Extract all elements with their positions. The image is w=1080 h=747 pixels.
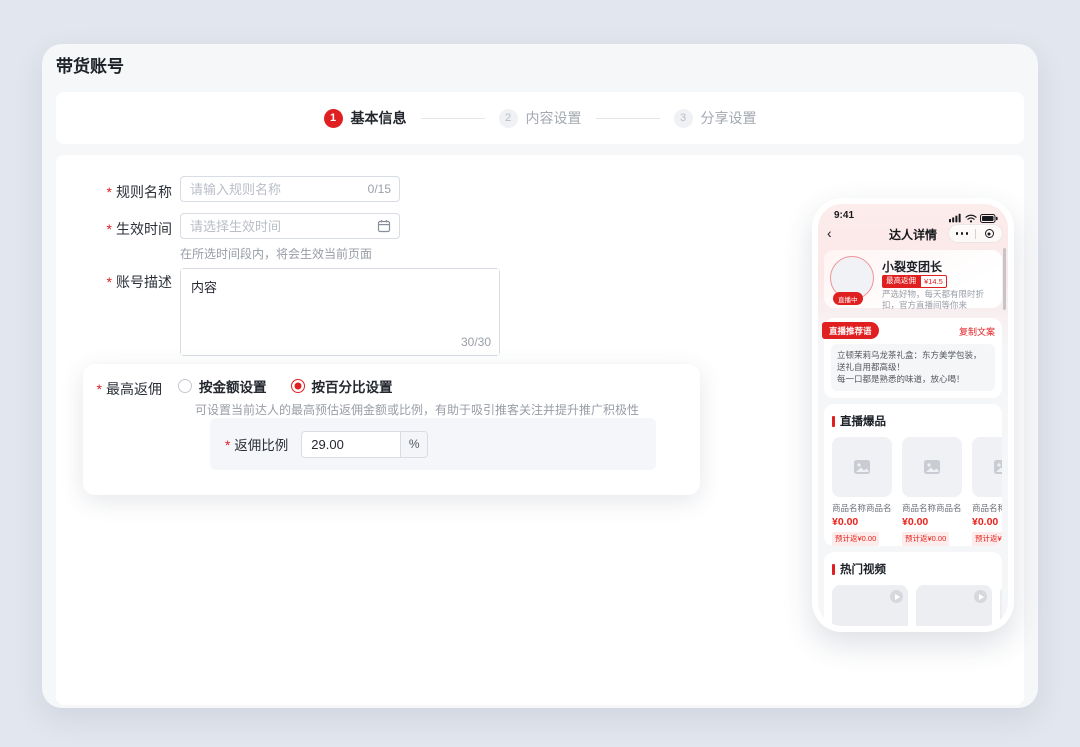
miniapp-capsule xyxy=(948,224,1003,243)
section-bar xyxy=(832,416,835,427)
ratio-input[interactable] xyxy=(302,432,400,457)
radio-on-icon xyxy=(291,379,305,393)
product-name: 商品名称商品名称... xyxy=(972,502,1002,514)
commission-mode-group: 按金额设置 按百分比设置 xyxy=(178,376,393,396)
radio-by-percent[interactable]: 按百分比设置 xyxy=(291,376,393,396)
step-2-circle: 2 xyxy=(499,109,518,128)
more-icon[interactable] xyxy=(949,232,975,235)
account-desc-counter: 30/30 xyxy=(461,335,491,349)
product-card[interactable]: 商品名称商品名称... ¥0.00 预计返¥0.00 xyxy=(902,437,962,546)
account-desc-field: 内容 30/30 xyxy=(180,268,500,356)
radio-by-amount[interactable]: 按金额设置 xyxy=(178,376,267,396)
status-time: 9:41 xyxy=(834,210,854,221)
product-card[interactable]: 商品名称商品名称... ¥0.00 预计返¥0.00 xyxy=(832,437,892,546)
quote-line-2: 每一口都是熟悉的味道，放心喝！ xyxy=(837,373,989,385)
commission-helper: 可设置当前达人的最高预估返佣金额或比例，有助于吸引推客关注并提升推广积极性 xyxy=(195,401,639,418)
product-image-placeholder xyxy=(832,437,892,497)
hot-videos-title: 热门视频 xyxy=(832,561,1002,577)
play-icon xyxy=(890,590,903,603)
hot-products-title: 直播爆品 xyxy=(832,413,1002,429)
rule-name-field: 0/15 xyxy=(180,176,400,202)
effective-time-field xyxy=(180,213,400,239)
profile-card: 直播中 小裂变团长 最高返佣 ¥14.5 严选好物，每天都有限时折扣，官方直播间… xyxy=(824,250,1002,308)
video-thumbnail[interactable] xyxy=(832,585,908,626)
phone-screen: 9:41 ‹ 达人详情 xyxy=(818,204,1008,626)
product-rebate-badge: 预计返¥0.00 xyxy=(832,532,879,546)
hot-products-card: 直播爆品 商品名称商品名称... ¥0.00 预计返¥0.00 商品名称商品名称… xyxy=(824,404,1002,546)
rule-name-counter: 0/15 xyxy=(368,182,391,196)
phone-preview: 9:41 ‹ 达人详情 xyxy=(812,198,1014,632)
radio-off-icon xyxy=(178,379,192,393)
step-1-circle: 1 xyxy=(324,109,343,128)
ratio-field: % xyxy=(301,431,428,458)
video-thumbnail[interactable] xyxy=(1000,585,1002,626)
effective-time-label: 生效时间 xyxy=(56,219,172,239)
product-price: ¥0.00 xyxy=(832,516,892,528)
effective-time-input[interactable] xyxy=(181,214,399,238)
product-price: ¥0.00 xyxy=(972,516,1002,528)
commission-badge-value: ¥14.5 xyxy=(920,275,947,288)
step-share-settings[interactable]: 3 分享设置 xyxy=(674,108,757,128)
commission-badge-label: 最高返佣 xyxy=(882,275,920,288)
step-2-label: 内容设置 xyxy=(526,108,582,128)
account-desc-textarea[interactable]: 内容 xyxy=(181,269,499,355)
video-list xyxy=(832,585,1002,626)
quote-line-1: 立顿茉莉乌龙茶礼盒：东方美学包装，送礼自用都高级！ xyxy=(837,349,989,373)
step-1-label: 基本信息 xyxy=(351,108,407,128)
commission-label: 最高返佣 xyxy=(83,379,162,399)
recommend-card: 直播推荐语 复制文案 立顿茉莉乌龙茶礼盒：东方美学包装，送礼自用都高级！ 每一口… xyxy=(824,318,1002,398)
close-target-icon[interactable] xyxy=(976,229,1002,238)
recommend-quote: 立顿茉莉乌龙茶礼盒：东方美学包装，送礼自用都高级！ 每一口都是熟悉的味道，放心喝… xyxy=(831,344,995,391)
radio-by-percent-label: 按百分比设置 xyxy=(312,376,393,396)
product-image-placeholder xyxy=(902,437,962,497)
calendar-icon[interactable] xyxy=(377,219,391,233)
profile-desc: 严选好物，每天都有限时折扣，官方直播间等你来 xyxy=(882,289,995,310)
step-wizard: 1 基本信息 2 内容设置 3 分享设置 xyxy=(56,92,1024,144)
rule-name-label: 规则名称 xyxy=(56,182,172,202)
hot-videos-card: 热门视频 xyxy=(824,552,1002,626)
step-content-settings[interactable]: 2 内容设置 xyxy=(499,108,582,128)
nav-bar: ‹ 达人详情 xyxy=(818,223,1008,245)
profile-name: 小裂变团长 xyxy=(882,258,942,275)
recommend-tag: 直播推荐语 xyxy=(822,322,879,339)
video-thumbnail[interactable] xyxy=(916,585,992,626)
product-name: 商品名称商品名称... xyxy=(832,502,892,514)
rule-name-input[interactable] xyxy=(181,177,399,201)
product-list: 商品名称商品名称... ¥0.00 预计返¥0.00 商品名称商品名称... ¥… xyxy=(832,437,1002,546)
main-panel: 带货账号 1 基本信息 2 内容设置 3 分享设置 规则名称 0/15 生效时间 xyxy=(42,44,1038,708)
commission-badge: 最高返佣 ¥14.5 xyxy=(882,275,947,288)
step-3-label: 分享设置 xyxy=(701,108,757,128)
product-image-placeholder xyxy=(972,437,1002,497)
account-desc-label: 账号描述 xyxy=(56,272,172,292)
product-name: 商品名称商品名称... xyxy=(902,502,962,514)
product-rebate-badge: 预计返¥0.00 xyxy=(972,532,1002,546)
copy-text-link[interactable]: 复制文案 xyxy=(959,325,995,338)
step-basic-info[interactable]: 1 基本信息 xyxy=(324,108,407,128)
product-rebate-badge: 预计返¥0.00 xyxy=(902,532,949,546)
step-connector xyxy=(421,118,485,119)
commission-card: 最高返佣 按金额设置 按百分比设置 可设置当前达人的最高预估返佣金额或比例，有助… xyxy=(83,364,700,495)
product-price: ¥0.00 xyxy=(902,516,962,528)
radio-by-amount-label: 按金额设置 xyxy=(199,376,267,396)
ratio-label: 返佣比例 xyxy=(225,434,288,454)
page-title: 带货账号 xyxy=(56,52,124,77)
status-bar: 9:41 xyxy=(818,209,1008,223)
step-3-circle: 3 xyxy=(674,109,693,128)
section-bar xyxy=(832,564,835,575)
play-icon xyxy=(974,590,987,603)
step-connector xyxy=(596,118,660,119)
basic-info-form: 规则名称 0/15 生效时间 在所选时间段内，将会生效当前页面 账号描述 内容 … xyxy=(56,155,1024,705)
phone-scrollbar[interactable] xyxy=(1003,248,1006,310)
ratio-unit: % xyxy=(400,432,427,457)
effective-time-helper: 在所选时间段内，将会生效当前页面 xyxy=(180,245,372,262)
ratio-panel: 返佣比例 % xyxy=(210,418,656,470)
live-badge: 直播中 xyxy=(833,292,863,305)
product-card[interactable]: 商品名称商品名称... ¥0.00 预计返¥0.00 xyxy=(972,437,1002,546)
